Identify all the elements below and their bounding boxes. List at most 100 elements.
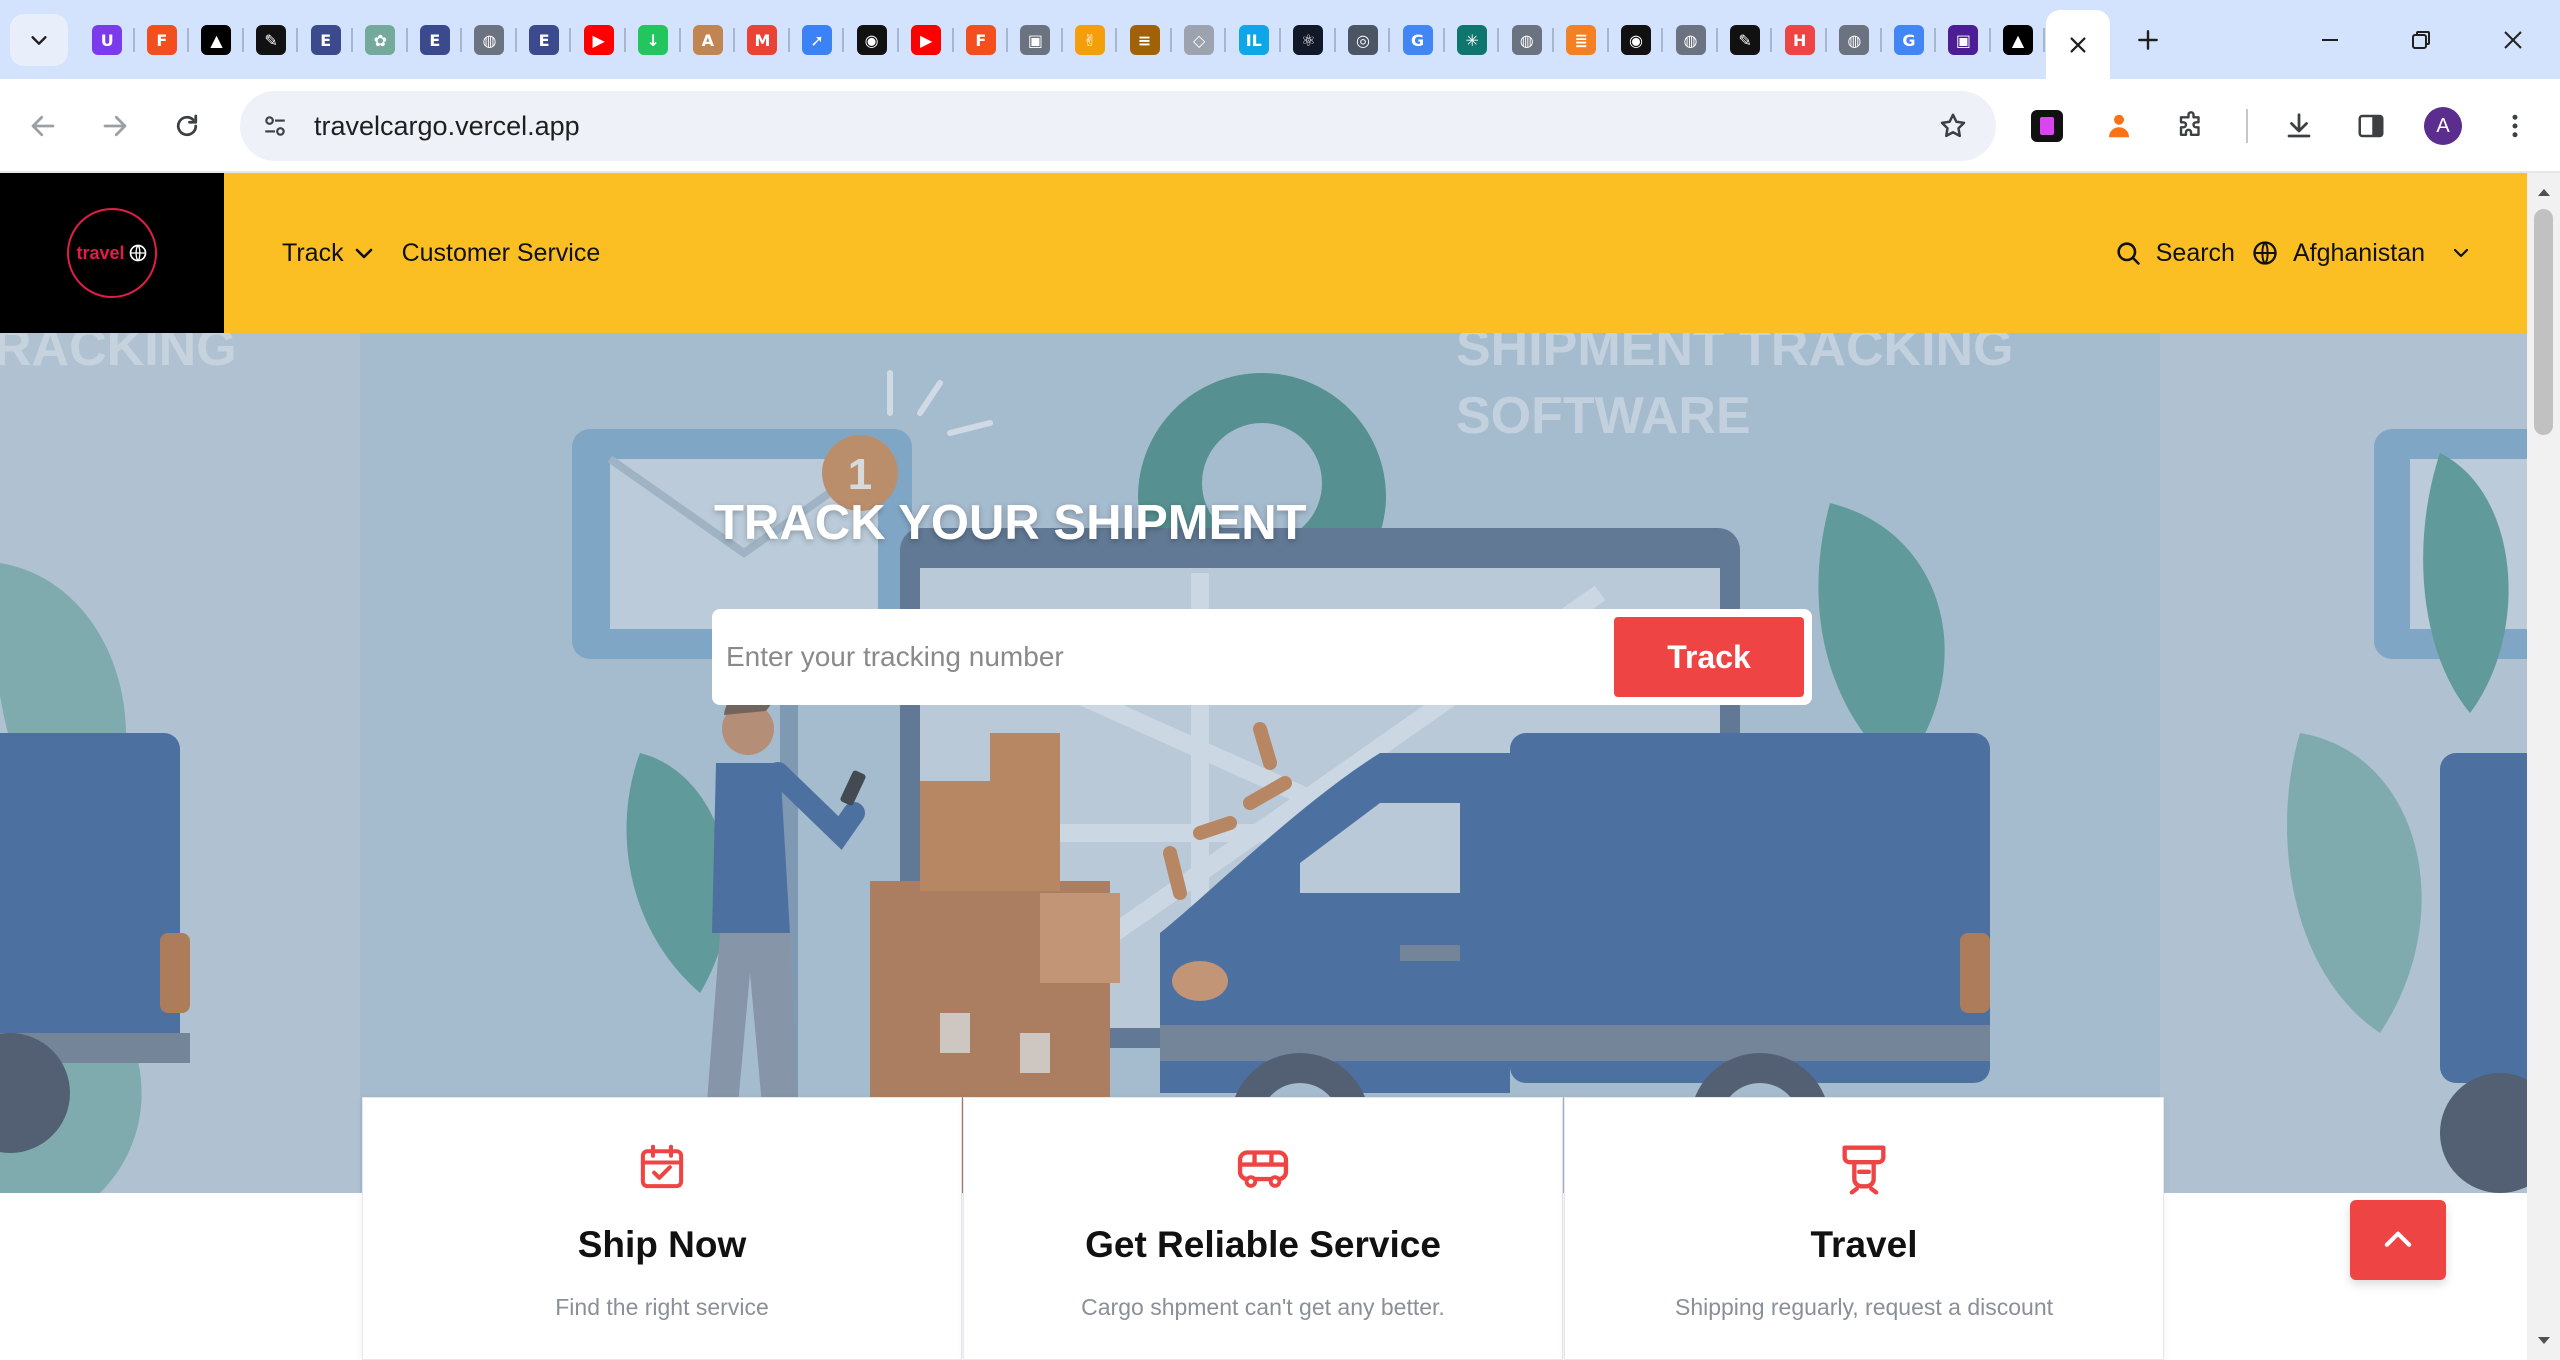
- feature-title: Get Reliable Service: [1085, 1224, 1441, 1265]
- browser-tab[interactable]: E: [298, 16, 353, 64]
- close-window-button[interactable]: [2468, 14, 2558, 66]
- extensions-puzzle-icon[interactable]: [2168, 103, 2214, 149]
- feature-description: Shipping reguarly, request a discount: [1674, 1294, 2054, 1320]
- nav-customer-service-label: Customer Service: [401, 238, 601, 267]
- ebsco-icon: E: [310, 25, 341, 55]
- bookmark-star-icon[interactable]: [1932, 105, 1974, 147]
- nav-track[interactable]: Track: [282, 239, 376, 268]
- browser-tab[interactable]: ✳: [1445, 16, 1500, 64]
- browser-tab[interactable]: ≣: [1554, 16, 1609, 64]
- site-logo[interactable]: travel: [0, 173, 224, 333]
- extension-person-icon[interactable]: [2096, 103, 2142, 149]
- browser-tab[interactable]: E: [408, 16, 463, 64]
- browser-tab[interactable]: F: [954, 16, 1009, 64]
- browser-tab[interactable]: F: [135, 16, 190, 64]
- browser-tab[interactable]: ◍: [462, 16, 517, 64]
- new-tab-button[interactable]: [2124, 18, 2172, 62]
- feature-card-ship-now[interactable]: Ship Now Find the right service: [362, 1097, 962, 1360]
- profile-avatar[interactable]: A: [2420, 103, 2466, 149]
- browser-tab[interactable]: U: [80, 16, 135, 64]
- ublock-icon: U: [92, 25, 123, 55]
- header-actions: Search Afghanistan: [2114, 173, 2473, 333]
- web-page: travel Track Customer Service Search Afg…: [0, 173, 2527, 1360]
- scroll-down-arrow-icon[interactable]: [2527, 1330, 2560, 1352]
- browser-tab[interactable]: ✿: [353, 16, 408, 64]
- browser-tab[interactable]: ◎: [1336, 16, 1391, 64]
- feature-card-travel[interactable]: Travel Shipping reguarly, request a disc…: [1564, 1097, 2164, 1360]
- globe-icon: ◍: [474, 25, 505, 55]
- globe-icon: [2253, 241, 2277, 265]
- browser-tab[interactable]: ◉: [1609, 16, 1664, 64]
- globe-icon: ◍: [1675, 25, 1706, 55]
- browser-tab[interactable]: G: [1882, 16, 1937, 64]
- feature-card-reliable-service[interactable]: Get Reliable Service Cargo shpment can't…: [963, 1097, 1563, 1360]
- side-panel-icon[interactable]: [2348, 103, 2394, 149]
- ebsco-icon: E: [419, 25, 450, 55]
- logo-ring: travel: [67, 208, 157, 298]
- browser-tab[interactable]: ≡: [1117, 16, 1172, 64]
- google-icon: G: [1402, 25, 1433, 55]
- active-tab[interactable]: [2046, 10, 2110, 79]
- track-button[interactable]: Track: [1614, 617, 1804, 697]
- browser-tab[interactable]: ◍: [1663, 16, 1718, 64]
- logo-text: travel: [76, 242, 125, 263]
- scroll-to-top-button[interactable]: [2350, 1200, 2446, 1280]
- extension-pink-icon[interactable]: [2024, 103, 2070, 149]
- back-button[interactable]: [16, 99, 70, 153]
- github-icon: ◉: [1620, 25, 1651, 55]
- globe-icon: ◍: [1839, 25, 1870, 55]
- scrollbar-thumb[interactable]: [2534, 209, 2553, 435]
- reload-button[interactable]: [160, 99, 214, 153]
- browser-tab[interactable]: ➚: [790, 16, 845, 64]
- site-header: travel Track Customer Service Search Afg…: [0, 173, 2527, 333]
- nav-customer-service[interactable]: Customer Service: [402, 239, 601, 268]
- browser-tab[interactable]: ⚛: [1281, 16, 1336, 64]
- country-selector[interactable]: Afghanistan: [2251, 239, 2473, 268]
- globe-icon: [129, 244, 146, 262]
- browser-tab[interactable]: ✎: [1718, 16, 1773, 64]
- browser-tab[interactable]: G: [1390, 16, 1445, 64]
- address-bar[interactable]: travelcargo.vercel.app: [240, 91, 1996, 161]
- vercel-icon: ▲: [2003, 25, 2034, 55]
- browser-tab[interactable]: ✌: [1063, 16, 1118, 64]
- site-info-icon[interactable]: [256, 107, 294, 145]
- browser-tab[interactable]: ↓: [626, 16, 681, 64]
- browser-tab[interactable]: H: [1772, 16, 1827, 64]
- browser-tab[interactable]: ▶: [899, 16, 954, 64]
- google-icon: G: [1893, 25, 1924, 55]
- browser-tab[interactable]: ◇: [1172, 16, 1227, 64]
- scroll-up-arrow-icon[interactable]: [2527, 181, 2560, 203]
- browser-tab[interactable]: ▣: [1936, 16, 1991, 64]
- browser-tab[interactable]: ◉: [844, 16, 899, 64]
- page-scrollbar[interactable]: [2527, 173, 2560, 1360]
- chevron-down-icon: [2453, 248, 2469, 258]
- browser-tab[interactable]: ◍: [1827, 16, 1882, 64]
- download-icon[interactable]: [2276, 103, 2322, 149]
- rocket-icon: ➚: [802, 25, 833, 55]
- browser-tab[interactable]: A: [681, 16, 736, 64]
- search-label: Search: [2155, 238, 2235, 267]
- browser-tab[interactable]: ▶: [571, 16, 626, 64]
- figma-icon: F: [146, 25, 177, 55]
- browser-toolbar: travelcargo.vercel.app A: [0, 79, 2560, 173]
- restore-button[interactable]: [2376, 14, 2466, 66]
- url-text[interactable]: travelcargo.vercel.app: [314, 91, 580, 161]
- browser-tab[interactable]: ▲: [1991, 16, 2046, 64]
- browser-tab[interactable]: E: [517, 16, 572, 64]
- close-icon[interactable]: [2067, 34, 2089, 56]
- browser-tab[interactable]: M: [735, 16, 790, 64]
- tracking-number-input[interactable]: [726, 609, 1606, 705]
- browser-tab[interactable]: IL: [1226, 16, 1281, 64]
- tab-search-button[interactable]: [10, 14, 68, 66]
- dnd-icon: ✎: [256, 25, 287, 55]
- menu-kebab-icon[interactable]: [2492, 103, 2538, 149]
- train-icon: [1835, 1138, 1893, 1196]
- search-button[interactable]: Search: [2114, 239, 2235, 268]
- browser-tab[interactable]: ✎: [244, 16, 299, 64]
- browser-tab[interactable]: ◍: [1499, 16, 1554, 64]
- minimize-button[interactable]: [2285, 14, 2375, 66]
- browser-tab[interactable]: ▣: [1008, 16, 1063, 64]
- forward-button[interactable]: [88, 99, 142, 153]
- search-icon: [2117, 242, 2140, 265]
- browser-tab[interactable]: ▲: [189, 16, 244, 64]
